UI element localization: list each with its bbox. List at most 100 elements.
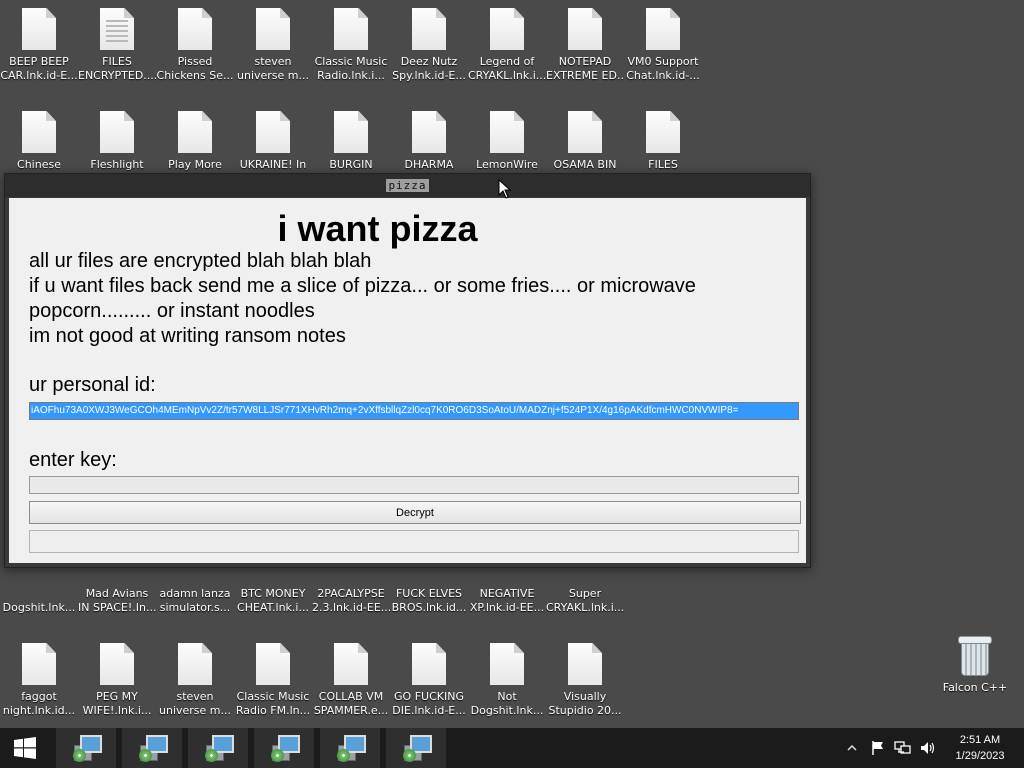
file-icon: [100, 111, 134, 153]
taskbar-app-button[interactable]: [254, 728, 314, 768]
desktop-icon-label: Chinese: [17, 158, 61, 171]
desktop-icon-label: UKRAINE! In: [239, 158, 307, 171]
setup-icon: [401, 733, 432, 763]
file-icon: [256, 8, 290, 50]
desktop-icon-label: Fleshlight: [90, 158, 144, 171]
desktop-icon[interactable]: steven universe m...: [156, 635, 234, 725]
desktop-icon[interactable]: BEEP BEEP CAR.lnk.id-E...: [0, 0, 78, 90]
desktop-icon-label: steven universe m...: [159, 690, 231, 717]
file-icon: [646, 8, 680, 50]
clock-time: 2:51 AM: [959, 734, 1001, 746]
desktop-icon-label: DHARMA: [404, 158, 454, 171]
desktop-icon-label: NOTEPAD EXTREME ED...: [546, 55, 624, 82]
personal-id-label: ur personal id:: [29, 374, 156, 396]
desktop-icon[interactable]: COLLAB VM SPAMMER.e...: [312, 635, 390, 725]
file-icon: [178, 8, 212, 50]
desktop-icon-label: FUCK ELVES BROS.lnk.id...: [391, 587, 467, 614]
flag-icon[interactable]: [870, 740, 886, 756]
setup-icon: [137, 733, 168, 763]
taskbar-app-button[interactable]: [188, 728, 248, 768]
file-icon: [100, 643, 134, 685]
file-icon: [490, 643, 524, 685]
setup-icon: [269, 733, 300, 763]
window-titlebar[interactable]: pizza: [5, 174, 810, 197]
desktop-icon-label: OSAMA BIN: [553, 158, 617, 171]
file-icon: [178, 111, 212, 153]
taskbar-app-button[interactable]: [122, 728, 182, 768]
desktop-icon[interactable]: GO FUCKING DIE.lnk.id-E...: [390, 635, 468, 725]
file-icon: [568, 8, 602, 50]
desktop-icon[interactable]: Classic Music Radio.lnk.i...: [312, 0, 390, 90]
desktop-icon-label: PEG MY WIFE!.lnk.i...: [82, 690, 152, 717]
desktop-icon[interactable]: PEG MY WIFE!.lnk.i...: [78, 635, 156, 725]
personal-id-text: iAOFhu73A0XWJ3WeGCOh4MEmNpVv2Z/tr57W8LLJ…: [30, 403, 798, 419]
desktop-icon[interactable]: faggot night.lnk.id...: [0, 635, 78, 725]
desktop-icon-label: Classic Music Radio.lnk.i...: [314, 55, 388, 82]
taskbar-app-button[interactable]: [320, 728, 380, 768]
window-client-area: i want pizza all ur files are encrypted …: [9, 198, 806, 563]
setup-icon: [203, 733, 234, 763]
desktop-icon[interactable]: Deez Nutz Spy.lnk.id-E...: [390, 0, 468, 90]
decrypt-button[interactable]: Decrypt: [29, 501, 801, 524]
desktop-icon-label: Mad Avians IN SPACE!.In...: [78, 587, 156, 614]
start-button[interactable]: [0, 728, 50, 768]
desktop-icon[interactable]: Legend of CRYAKL.lnk.i...: [468, 0, 546, 90]
taskbar-app-button[interactable]: [386, 728, 446, 768]
desktop-icon-label: Legend of CRYAKL.lnk.i...: [468, 55, 546, 82]
desktop-icon-label: BURGIN: [329, 158, 373, 171]
speaker-icon[interactable]: [920, 740, 936, 756]
network-icon[interactable]: [894, 740, 912, 756]
ransom-heading: i want pizza: [277, 208, 478, 249]
personal-id-field[interactable]: iAOFhu73A0XWJ3WeGCOh4MEmNpVv2Z/tr57W8LLJ…: [29, 402, 799, 420]
file-icon: [412, 111, 446, 153]
file-icon: [256, 643, 290, 685]
key-input[interactable]: [29, 476, 799, 494]
file-icon: [22, 111, 56, 153]
desktop-icon[interactable]: Not Dogshit.lnk...: [468, 635, 546, 725]
desktop-icon-label: VM0 Support Chat.lnk.id-...: [626, 55, 700, 82]
desktop-icon-label: steven universe m...: [237, 55, 309, 82]
file-icon: [646, 111, 680, 153]
ransom-line: im not good at writing ransom notes: [29, 325, 346, 347]
file-icon: [256, 111, 290, 153]
file-icon: [22, 8, 56, 50]
desktop-icon-label: GO FUCKING DIE.lnk.id-E...: [392, 690, 466, 717]
mouse-pointer-icon: [498, 179, 512, 199]
system-tray: [846, 728, 936, 768]
desktop-icon-label: COLLAB VM SPAMMER.e...: [313, 690, 389, 717]
desktop-icon[interactable]: VM0 Support Chat.lnk.id-...: [624, 0, 702, 90]
ransom-line: all ur files are encrypted blah blah bla…: [29, 250, 372, 272]
taskbar-app-button[interactable]: [56, 728, 116, 768]
text-document-icon: [100, 8, 134, 50]
ransom-message: all ur files are encrypted blah blah bla…: [29, 249, 769, 349]
recycle-bin-label: Falcon C++: [942, 681, 1008, 694]
desktop-icon-label: Pissed Chickens Se...: [156, 55, 234, 82]
desktop-icon-label: Deez Nutz Spy.lnk.id-E...: [392, 55, 466, 82]
desktop-icon[interactable]: steven universe m...: [234, 0, 312, 90]
desktop-icon[interactable]: Pissed Chickens Se...: [156, 0, 234, 90]
desktop-icon-label: adamn lanza simulator.s...: [159, 587, 231, 614]
file-icon: [178, 643, 212, 685]
clock-date: 1/29/2023: [955, 750, 1005, 762]
system-clock[interactable]: 2:51 AM 1/29/2023: [940, 732, 1020, 764]
recycle-bin-shortcut[interactable]: Falcon C++: [936, 626, 1014, 716]
desktop-icon-label: BEEP BEEP CAR.lnk.id-E...: [0, 55, 78, 82]
window-title: pizza: [386, 179, 429, 192]
desktop-icon-label: BTC MONEY CHEAT.lnk.i...: [237, 587, 309, 614]
setup-icon: [71, 733, 102, 763]
desktop-icon-label: Play More: [168, 158, 222, 171]
pizza-window[interactable]: pizza i want pizza all ur files are encr…: [4, 173, 811, 568]
desktop-icon[interactable]: Classic Music Radio FM.ln...: [234, 635, 312, 725]
file-icon: [22, 643, 56, 685]
chevron-up-icon[interactable]: [846, 742, 858, 754]
desktop-icon[interactable]: Visually Stupidio 20...: [546, 635, 624, 725]
file-icon: [412, 8, 446, 50]
recycle-bin-icon: [957, 634, 993, 676]
desktop-icon-label: NEGATIVE XP.lnk.id-EE...: [469, 587, 545, 614]
desktop-icon-label: Visually Stupidio 20...: [548, 690, 622, 717]
desktop-icon-label: LemonWire: [476, 158, 538, 171]
desktop-icon-label: Not Dogshit.lnk...: [470, 690, 544, 717]
desktop-icon[interactable]: FILES ENCRYPTED....: [78, 0, 156, 90]
ransom-line: if u want files back send me a slice of …: [29, 275, 702, 322]
desktop-icon[interactable]: NOTEPAD EXTREME ED...: [546, 0, 624, 90]
